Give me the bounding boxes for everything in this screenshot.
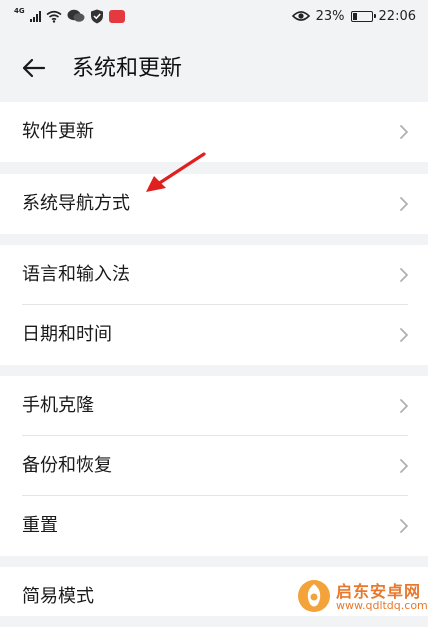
clock: 22:06 (378, 8, 416, 24)
menu-item-label: 日期和时间 (22, 324, 112, 345)
chevron-right-icon (400, 459, 408, 473)
shield-icon (90, 9, 103, 23)
network-type-label: 4G (14, 7, 25, 15)
settings-group-3: 语言和输入法 日期和时间 (0, 245, 428, 365)
settings-group-2: 系统导航方式 (0, 174, 428, 234)
menu-item-phone-clone[interactable]: 手机克隆 (0, 376, 428, 436)
back-arrow-icon[interactable] (18, 52, 50, 84)
menu-item-label: 手机克隆 (22, 395, 94, 416)
chevron-right-icon (400, 268, 408, 282)
chevron-right-icon (400, 125, 408, 139)
status-bar: 4G 23% 22:06 (0, 0, 428, 32)
menu-item-date-time[interactable]: 日期和时间 (0, 305, 428, 365)
menu-item-label: 软件更新 (22, 121, 94, 142)
chevron-right-icon (400, 197, 408, 211)
menu-item-label: 重置 (22, 515, 58, 536)
page-title: 系统和更新 (72, 56, 183, 81)
settings-group-1: 软件更新 (0, 102, 428, 162)
menu-item-software-update[interactable]: 软件更新 (0, 102, 428, 162)
menu-item-label: 备份和恢复 (22, 455, 112, 476)
status-bar-right: 23% 22:06 (291, 6, 416, 26)
settings-group-4: 手机克隆 备份和恢复 重置 (0, 376, 428, 556)
app-badge-icon (108, 9, 125, 23)
wifi-icon (46, 10, 62, 23)
chevron-right-icon (400, 328, 408, 342)
menu-item-backup-restore[interactable]: 备份和恢复 (0, 436, 428, 496)
menu-item-label: 简易模式 (22, 586, 94, 607)
signal-icon (29, 10, 41, 22)
status-bar-left: 4G (14, 6, 125, 26)
menu-item-label: 语言和输入法 (22, 264, 130, 285)
battery-percent: 23% (315, 8, 345, 24)
watermark-url: www.qdltdq.com (336, 599, 428, 612)
watermark: 启东安卓网 www.qdltdq.com (296, 576, 428, 616)
chevron-right-icon (400, 399, 408, 413)
eye-icon (291, 11, 310, 21)
chat-icon (67, 9, 85, 22)
watermark-logo-icon (298, 580, 330, 612)
battery-icon (350, 10, 376, 22)
chevron-right-icon (400, 519, 408, 533)
annotation-arrow-icon (146, 152, 206, 192)
menu-item-label: 系统导航方式 (22, 193, 130, 214)
page-header: 系统和更新 (0, 32, 428, 102)
menu-item-language-input[interactable]: 语言和输入法 (0, 245, 428, 305)
menu-item-reset[interactable]: 重置 (0, 496, 428, 556)
menu-item-system-navigation[interactable]: 系统导航方式 (0, 174, 428, 234)
